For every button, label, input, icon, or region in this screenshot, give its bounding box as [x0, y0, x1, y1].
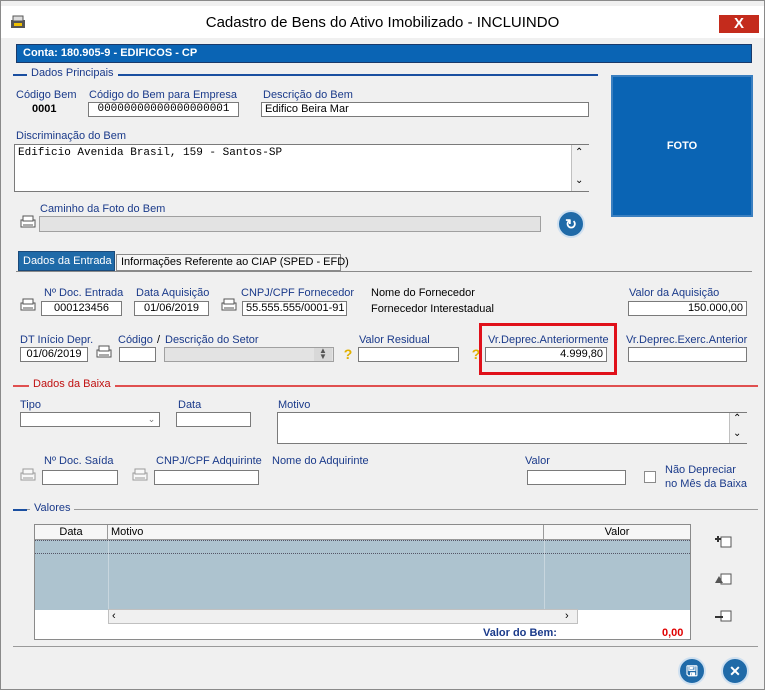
codigo-slash: / — [157, 334, 161, 346]
dt-inicio-label: DT Início Depr. — [20, 334, 94, 346]
data-baixa-field[interactable] — [176, 412, 251, 427]
codigo-bem-label: Código Bem — [16, 89, 77, 101]
cnpj-adquirinte-field[interactable] — [154, 470, 259, 485]
chevron-left-icon[interactable]: ‹ — [112, 610, 116, 622]
data-aquisicao-label: Data Aquisição — [136, 287, 210, 299]
valor-aquisicao-label: Valor da Aquisição — [629, 287, 720, 299]
descricao-setor-label: Descrição do Setor — [165, 334, 259, 346]
valor-baixa-field[interactable] — [527, 470, 626, 485]
column-divider — [108, 540, 109, 610]
delete-row-icon[interactable] — [713, 607, 733, 623]
exit-icon[interactable]: ✕ — [721, 657, 749, 685]
valor-residual-field[interactable] — [358, 347, 459, 362]
help-icon[interactable]: ? — [342, 346, 354, 362]
add-row-icon[interactable] — [713, 533, 733, 549]
printer-icon[interactable] — [19, 297, 37, 313]
data-baixa-label: Data — [178, 399, 202, 411]
section-title-valores: Valores — [30, 502, 75, 514]
table-row[interactable] — [35, 540, 690, 554]
chevron-up-icon[interactable]: ⌃ — [575, 147, 583, 158]
nao-depreciar-label: Não Depreciar — [665, 464, 736, 476]
edit-row-icon[interactable] — [713, 570, 733, 586]
vr-deprec-exerc-label: Vr.Deprec.Exerc.Anterior — [626, 334, 748, 346]
codigo-bem-value: 0001 — [32, 103, 57, 115]
motivo-label: Motivo — [278, 399, 311, 411]
caminho-foto-field[interactable] — [39, 216, 541, 232]
discriminacao-label: Discriminação do Bem — [16, 130, 127, 142]
grid-scrollbar[interactable]: ‹ › — [108, 609, 578, 624]
tab-baseline — [16, 271, 752, 272]
valor-baixa-label: Valor — [525, 455, 550, 467]
column-header-valor[interactable]: Valor — [544, 525, 690, 539]
printer-icon[interactable] — [131, 467, 149, 483]
main-window: Cadastro de Bens do Ativo Imobilizado - … — [0, 0, 765, 690]
grid-body[interactable] — [35, 540, 690, 610]
tab-dados-entrada[interactable]: Dados da Entrada — [18, 251, 115, 271]
refresh-icon[interactable]: ↻ — [557, 210, 585, 238]
column-header-motivo[interactable]: Motivo — [108, 525, 544, 539]
save-icon[interactable]: 🖫 — [678, 657, 706, 685]
column-header-data[interactable]: Data — [35, 525, 108, 539]
section-divider — [13, 385, 758, 387]
section-title-dados-baixa: Dados da Baixa — [29, 378, 115, 390]
discriminacao-field[interactable]: Edificio Avenida Brasil, 159 - Santos-SP — [14, 144, 589, 192]
doc-entrada-field[interactable]: 000123456 — [41, 301, 122, 316]
printer-icon[interactable] — [19, 214, 37, 230]
nao-depreciar-label-2: no Mês da Baixa — [665, 478, 747, 490]
valor-do-bem-value: 0,00 — [662, 627, 684, 639]
doc-saida-label: Nº Doc. Saída — [44, 455, 114, 467]
grid-header: Data Motivo Valor — [35, 525, 690, 540]
descricao-setor-field[interactable] — [164, 347, 334, 362]
valor-do-bem-label: Valor do Bem: — [483, 627, 557, 639]
descricao-label: Descrição do Bem — [263, 89, 353, 101]
motivo-scrollbar[interactable]: ⌃ ⌄ — [729, 413, 747, 443]
nome-fornecedor-label: Nome do Fornecedor — [371, 287, 475, 299]
valores-grid[interactable]: Data Motivo Valor ‹ › — [34, 524, 691, 640]
chevron-down-icon[interactable]: ⌄ — [144, 413, 159, 426]
cnpj-fornecedor-label: CNPJ/CPF Fornecedor — [241, 287, 355, 299]
printer-icon[interactable] — [220, 297, 238, 313]
title-bar: Cadastro de Bens do Ativo Imobilizado - … — [1, 6, 764, 38]
chevron-down-icon[interactable]: ⌄ — [575, 175, 583, 186]
account-bar: Conta: 180.905-9 - EDIFICOS - CP — [16, 44, 752, 63]
chevron-right-icon[interactable]: › — [565, 610, 569, 622]
setor-spinner[interactable]: ▲ ▼ — [314, 347, 332, 361]
doc-saida-field[interactable] — [42, 470, 118, 485]
column-divider — [544, 540, 545, 610]
tab-ciap[interactable]: Informações Referente ao CIAP (SPED - EF… — [116, 254, 349, 271]
chevron-up-icon[interactable]: ⌃ — [733, 413, 741, 424]
codigo-empresa-field[interactable]: 00000000000000000001 — [88, 102, 239, 117]
section-title-dados-principais: Dados Principais — [27, 67, 118, 79]
vr-deprec-exerc-field[interactable] — [628, 347, 747, 362]
cnpj-fornecedor-field[interactable]: 55.555.555/0001-91 — [242, 301, 347, 316]
section-divider — [13, 509, 758, 510]
footer-divider — [13, 646, 758, 647]
codigo-label: Código — [118, 334, 153, 346]
photo-panel[interactable]: FOTO — [611, 75, 753, 217]
section-divider — [13, 509, 27, 511]
tipo-label: Tipo — [20, 399, 41, 411]
dt-inicio-field[interactable]: 01/06/2019 — [20, 347, 88, 362]
close-button[interactable]: X — [719, 15, 759, 33]
printer-icon[interactable] — [95, 344, 113, 360]
data-aquisicao-field[interactable]: 01/06/2019 — [134, 301, 209, 316]
codigo-field[interactable] — [119, 347, 156, 362]
valor-residual-label: Valor Residual — [359, 334, 430, 346]
nome-adquirinte-label: Nome do Adquirinte — [272, 455, 369, 467]
tipo-select[interactable] — [20, 412, 160, 427]
valor-aquisicao-field[interactable]: 150.000,00 — [628, 301, 747, 316]
window-title: Cadastro de Bens do Ativo Imobilizado - … — [205, 14, 560, 31]
highlight-box — [479, 323, 617, 375]
caminho-foto-label: Caminho da Foto do Bem — [40, 203, 166, 215]
nao-depreciar-checkbox[interactable] — [644, 471, 656, 483]
printer-icon[interactable] — [19, 467, 37, 483]
codigo-empresa-label: Código do Bem para Empresa — [89, 89, 237, 101]
discriminacao-scrollbar[interactable]: ⌃ ⌄ — [571, 145, 589, 191]
motivo-field[interactable] — [277, 412, 747, 444]
descricao-field[interactable]: Edifico Beira Mar — [261, 102, 589, 117]
chevron-down-icon[interactable]: ⌄ — [733, 428, 741, 439]
doc-entrada-label: Nº Doc. Entrada — [44, 287, 124, 299]
cnpj-adquirinte-label: CNPJ/CPF Adquirinte — [156, 455, 262, 467]
nome-fornecedor-value: Fornecedor Interestadual — [371, 303, 494, 315]
